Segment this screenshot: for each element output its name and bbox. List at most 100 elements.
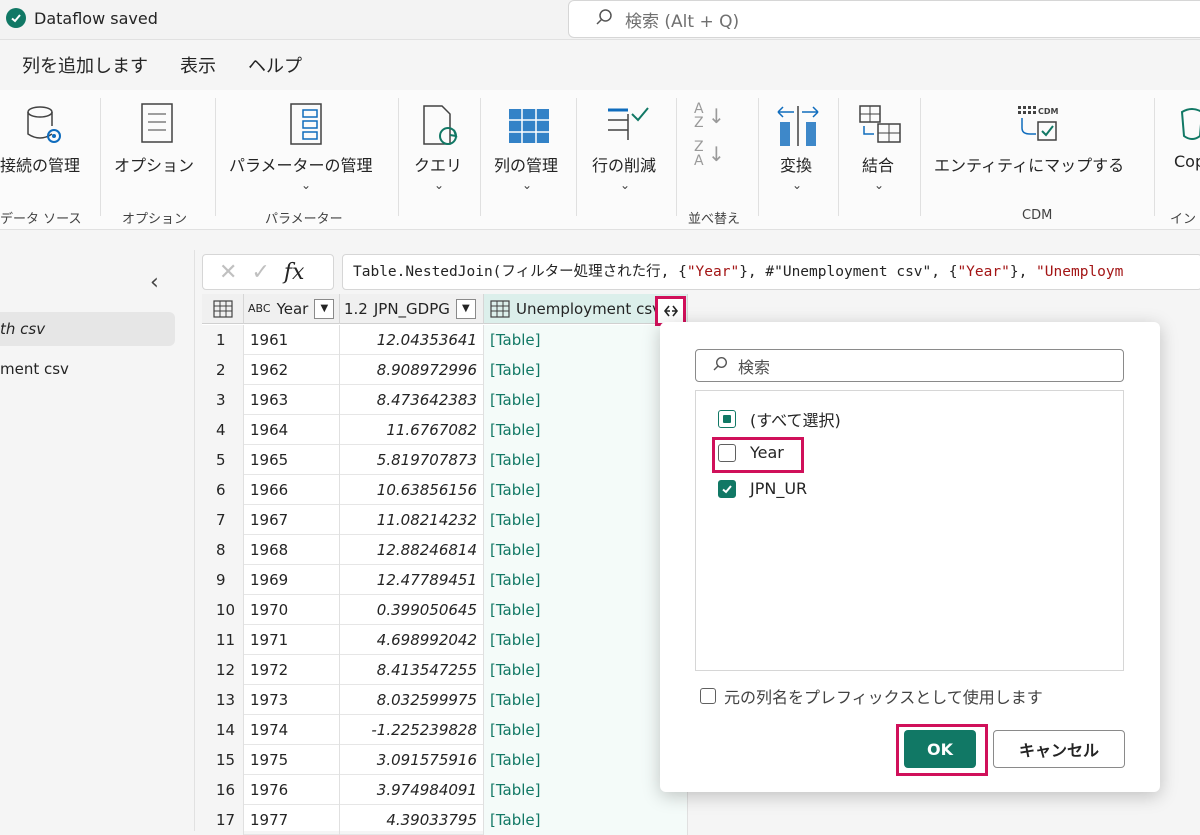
options-list-icon <box>140 102 174 148</box>
menu-add-column[interactable]: 列を追加します <box>22 52 148 78</box>
cell-year: 1976 <box>244 775 340 805</box>
cancel-formula-icon[interactable]: ✕ <box>219 260 237 285</box>
cell-table-link[interactable]: [Table] <box>484 325 688 355</box>
svg-text:CDM: CDM <box>1038 107 1059 116</box>
confirm-formula-icon[interactable]: ✓ <box>251 260 269 285</box>
ok-button[interactable]: OK <box>904 730 976 768</box>
use-prefix-checkbox[interactable] <box>700 688 716 704</box>
cell-table-link[interactable]: [Table] <box>484 715 688 745</box>
cell-gdp: 5.819707873 <box>340 445 484 475</box>
column-header-label: Unemployment csv <box>516 299 662 318</box>
cell-table-link[interactable]: [Table] <box>484 745 688 775</box>
cell-year: 1965 <box>244 445 340 475</box>
cell-gdp: -1.225239828 <box>340 715 484 745</box>
global-search-input[interactable]: 検索 (Alt + Q) <box>568 0 1200 38</box>
table-row: 4 1964 11.6767082 [Table] <box>202 415 688 445</box>
cell-table-link[interactable]: [Table] <box>484 385 688 415</box>
cancel-button[interactable]: キャンセル <box>993 730 1125 768</box>
arrow-down-icon: ↓ <box>708 142 725 166</box>
ribbon-group-combine: 結合 ⌄ <box>838 94 920 224</box>
column-header-label: Year <box>276 299 309 318</box>
row-number: 16 <box>202 775 244 805</box>
formula-input[interactable]: Table.NestedJoin(フィルター処理された行, {"Year"}, … <box>342 254 1200 290</box>
save-status-text: Dataflow saved <box>34 8 158 28</box>
cell-year: 1970 <box>244 595 340 625</box>
cell-year: 1968 <box>244 535 340 565</box>
fx-icon[interactable]: fx <box>284 260 305 285</box>
query-button[interactable]: クエリ <box>414 152 462 176</box>
column-header-year[interactable]: ABC Year ▼ <box>244 294 340 324</box>
parameters-icon <box>289 102 323 150</box>
cell-table-link[interactable]: [Table] <box>484 625 688 655</box>
chevron-left-icon[interactable]: ‹ <box>150 270 159 295</box>
cell-table-link[interactable]: [Table] <box>484 415 688 445</box>
chevron-down-icon: ⌄ <box>434 178 445 192</box>
chevron-down-icon: ⌄ <box>301 178 312 192</box>
cell-table-link[interactable]: [Table] <box>484 565 688 595</box>
cell-table-link[interactable]: [Table] <box>484 655 688 685</box>
column-search-input[interactable]: 検索 <box>695 349 1124 382</box>
table-row: 3 1963 8.473642383 [Table] <box>202 385 688 415</box>
manage-columns-button[interactable]: 列の管理 <box>494 152 558 176</box>
cell-table-link[interactable]: [Table] <box>484 595 688 625</box>
reduce-rows-button[interactable]: 行の削減 <box>592 152 656 176</box>
table-row: 9 1969 12.47789451 [Table] <box>202 565 688 595</box>
copilot-button[interactable]: Cop <box>1174 152 1200 171</box>
transform-button[interactable]: 変換 <box>780 152 812 176</box>
ribbon-group-sort: AZ ↓ ZA ↓ 並べ替え <box>676 94 758 227</box>
cell-table-link[interactable]: [Table] <box>484 475 688 505</box>
column-header-gdp[interactable]: 1.2 JPN_GDPG ▼ <box>340 294 484 324</box>
manage-parameters-button[interactable]: パラメーターの管理 <box>229 152 373 176</box>
map-to-entity-button[interactable]: エンティティにマップする <box>934 152 1124 176</box>
cell-table-link[interactable]: [Table] <box>484 445 688 475</box>
cell-table-link[interactable]: [Table] <box>484 535 688 565</box>
cell-gdp: 10.63856156 <box>340 475 484 505</box>
column-item-jpn-ur[interactable]: JPN_UR <box>718 479 807 498</box>
cell-table-link[interactable]: [Table] <box>484 685 688 715</box>
cell-gdp: 12.04353641 <box>340 325 484 355</box>
cell-gdp: 3.091575916 <box>340 745 484 775</box>
ribbon-group-cdm: CDM エンティティにマップする CDM <box>920 94 1154 224</box>
select-all-checkbox[interactable] <box>718 410 736 428</box>
use-prefix-option[interactable]: 元の列名をプレフィックスとして使用します <box>700 684 1043 708</box>
expand-column-popup: 検索 (すべて選択) Year JPN_UR 元の列名をプレフィックスとして使用… <box>660 322 1160 792</box>
formula-bar: ✕ ✓ fx Table.NestedJoin(フィルター処理された行, {"Y… <box>202 254 1200 290</box>
row-number: 1 <box>202 325 244 355</box>
text-type-icon: ABC <box>248 302 271 315</box>
search-placeholder: 検索 (Alt + Q) <box>625 11 740 32</box>
column-filter-dropdown[interactable]: ▼ <box>314 298 335 319</box>
select-all-item[interactable]: (すべて選択) <box>718 407 841 431</box>
cell-year: 1962 <box>244 355 340 385</box>
options-button[interactable]: オプション <box>114 152 194 176</box>
row-number: 9 <box>202 565 244 595</box>
group-label-parameters: パラメーター <box>265 212 343 227</box>
cell-table-link[interactable]: [Table] <box>484 775 688 805</box>
jpn-ur-checkbox[interactable] <box>718 479 736 498</box>
table-menu-icon[interactable] <box>202 294 244 324</box>
combine-button[interactable]: 結合 <box>862 152 894 176</box>
chevron-down-icon: ⌄ <box>620 178 631 192</box>
chevron-down-icon: ⌄ <box>792 178 803 192</box>
cell-gdp: 3.974984091 <box>340 775 484 805</box>
cell-gdp: 12.88246814 <box>340 535 484 565</box>
cell-year: 1969 <box>244 565 340 595</box>
cell-gdp: 8.473642383 <box>340 385 484 415</box>
cell-year: 1973 <box>244 685 340 715</box>
cell-table-link[interactable]: [Table] <box>484 505 688 535</box>
cell-year: 1974 <box>244 715 340 745</box>
column-search-placeholder: 検索 <box>738 357 771 377</box>
cell-table-link[interactable]: [Table] <box>484 355 688 385</box>
table-row: 12 1972 8.413547255 [Table] <box>202 655 688 685</box>
query-item[interactable]: th csv <box>0 312 175 346</box>
combine-tables-icon <box>858 104 902 150</box>
menu-help[interactable]: ヘルプ <box>248 52 302 78</box>
chevron-down-icon: ⌄ <box>874 178 885 192</box>
manage-connections-button[interactable]: 接続の管理 <box>0 152 80 176</box>
menu-view[interactable]: 表示 <box>180 52 216 78</box>
query-item[interactable]: ment csv <box>0 352 175 386</box>
row-number: 10 <box>202 595 244 625</box>
row-number: 2 <box>202 355 244 385</box>
sort-ascending-icon: AZ <box>694 101 704 131</box>
cell-gdp: 4.698992042 <box>340 625 484 655</box>
column-filter-dropdown[interactable]: ▼ <box>455 298 476 319</box>
